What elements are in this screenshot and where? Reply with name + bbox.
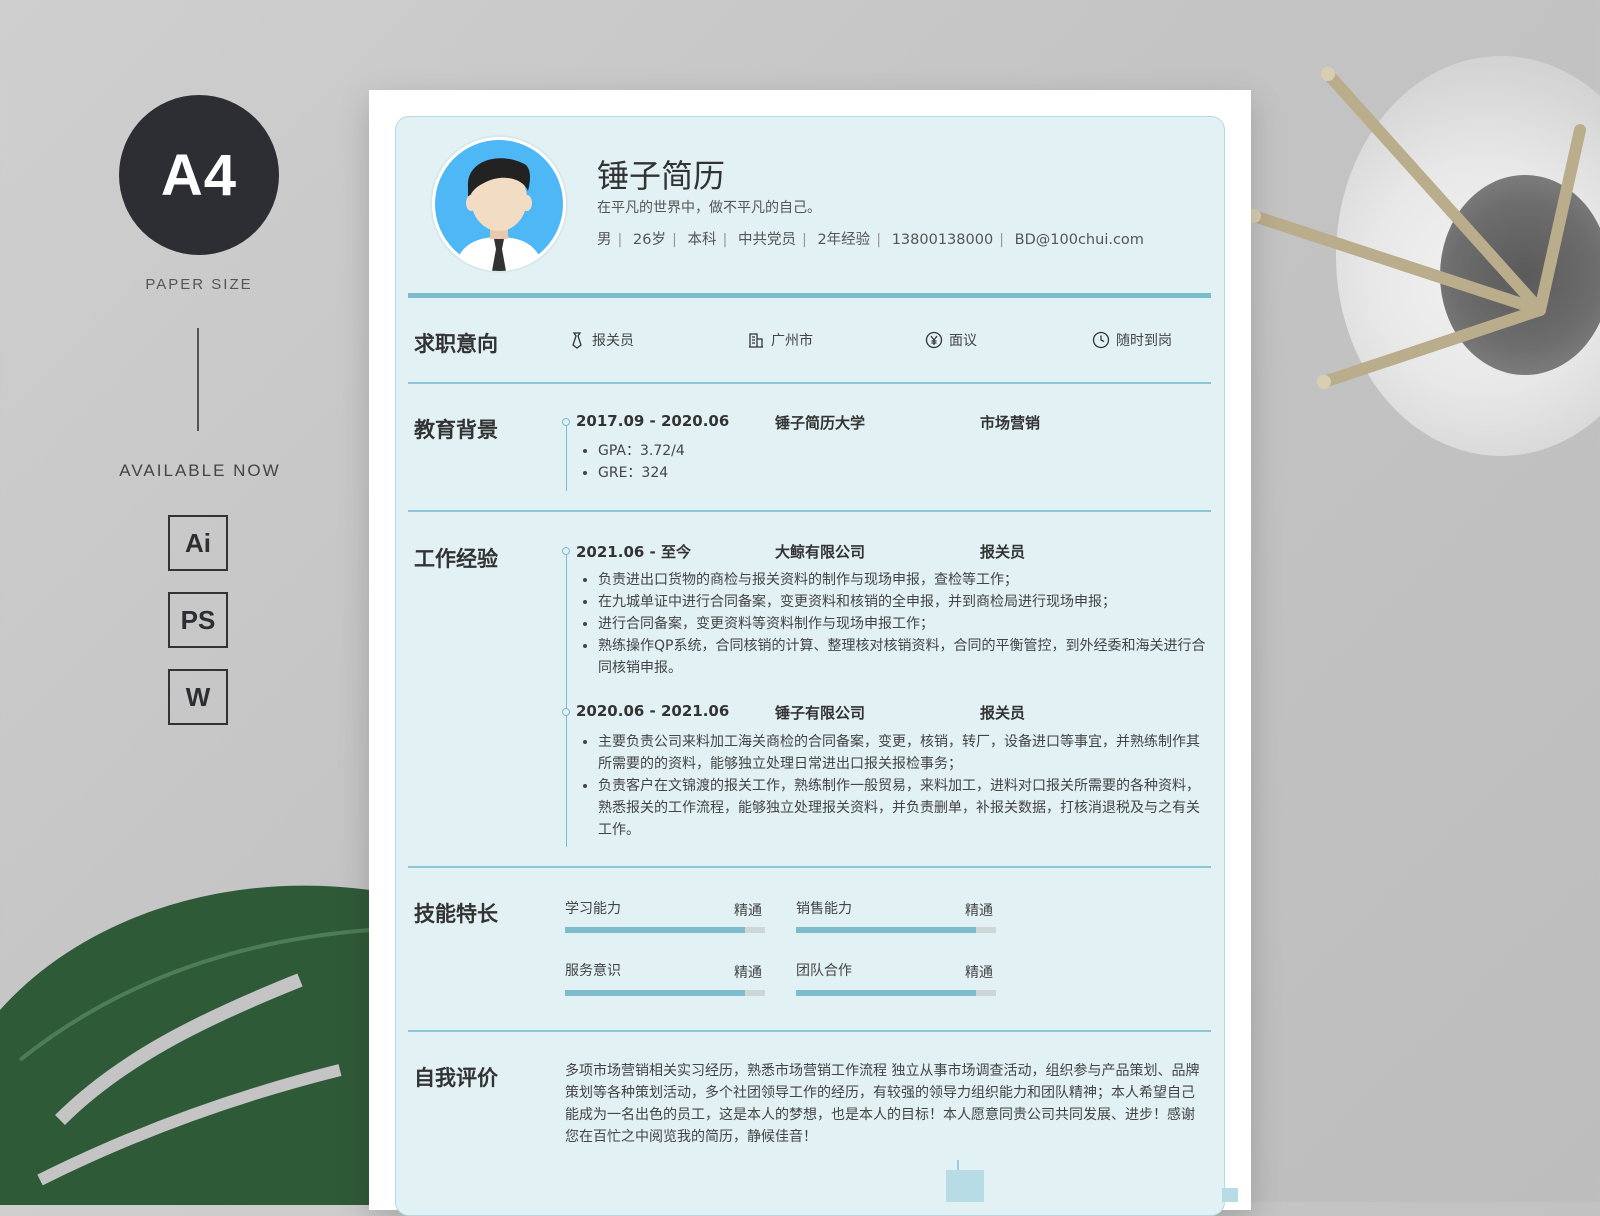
paper-size-badge: A4 (119, 95, 279, 255)
list-item: 负责进出口货物的商检与报关资料的制作与现场申报，查检等工作； (598, 569, 1208, 591)
section-title-work: 工作经验 (414, 547, 498, 571)
header-divider (408, 293, 1211, 298)
work-role: 报关员 (980, 704, 1026, 722)
skill-name: 团队合作 (796, 963, 852, 979)
resume-motto: 在平凡的世界中，做不平凡的自己。 (597, 200, 821, 216)
skill-level: 精通 (734, 903, 762, 919)
building-icon (749, 333, 763, 348)
work-date: 2020.06 - 2021.06 (576, 702, 730, 720)
self-evaluation-text: 多项市场营销相关实习经历，熟悉市场营销工作流程 独立从事市场调查活动，组织参与产… (565, 1063, 1200, 1145)
section-title-intent: 求职意向 (414, 332, 498, 356)
yen-icon (925, 331, 943, 349)
section-title-education: 教育背景 (414, 418, 498, 442)
intent-city-label: 广州市 (771, 333, 813, 349)
reed-sticks-decoration (1247, 67, 1586, 389)
avatar (432, 137, 566, 271)
format-ps-badge: PS (168, 592, 228, 648)
clock-icon (1092, 331, 1110, 349)
intent-position: 报关员 (568, 330, 634, 350)
section-divider (408, 382, 1211, 384)
list-item: 主要负责公司来料加工海关商检的合同备案，变更，核销，转厂，设备进口等事宜，并熟练… (598, 731, 1208, 775)
resume-name: 锤子简历 (597, 157, 726, 195)
timeline-dot (562, 547, 570, 555)
education-timeline (566, 421, 567, 491)
work-details: 主要负责公司来料加工海关商检的合同备案，变更，核销，转厂，设备进口等事宜，并熟练… (576, 731, 1208, 841)
intent-availability: 随时到岗 (1092, 330, 1172, 350)
section-divider (408, 510, 1211, 512)
intent-city: 广州市 (747, 330, 813, 350)
city-skyline-decoration (946, 1160, 1238, 1202)
education-date: 2017.09 - 2020.06 (576, 412, 730, 430)
info-phone: 13800138000 (891, 232, 994, 248)
skill-level: 精通 (965, 903, 993, 919)
intent-salary-label: 面议 (949, 333, 977, 349)
info-email: BD@100chui.com (1014, 232, 1144, 248)
work-details: 负责进出口货物的商检与报关资料的制作与现场申报，查检等工作； 在九城单证中进行合… (576, 569, 1208, 679)
tie-icon (572, 332, 582, 349)
available-now-caption: AVAILABLE NOW (119, 461, 281, 480)
info-party: 中共党员 (737, 232, 796, 248)
skill-bar (796, 990, 996, 996)
intent-salary: 面议 (925, 330, 977, 350)
work-timeline (566, 550, 567, 847)
skill-bar-fill (565, 927, 745, 933)
format-word-badge: W (168, 669, 228, 725)
info-degree: 本科 (687, 232, 717, 248)
list-item: 负责客户在文锦渡的报关工作，熟练制作一般贸易，来料加工，进料对口报关所需要的各种… (598, 775, 1208, 841)
skill-level: 精通 (965, 965, 993, 981)
education-major: 市场营销 (980, 414, 1041, 432)
paper-size-caption: PAPER SIZE (145, 276, 253, 293)
skill-level: 精通 (734, 965, 762, 981)
work-role: 报关员 (980, 543, 1026, 561)
list-item: GPA：3.72/4 (598, 440, 1198, 462)
work-company: 锤子有限公司 (775, 704, 866, 722)
intent-availability-label: 随时到岗 (1116, 333, 1172, 349)
info-gender: 男 (597, 232, 612, 248)
work-date: 2021.06 - 至今 (576, 543, 691, 561)
skill-bar-fill (796, 927, 976, 933)
personal-info-line: 男 | 26岁 | 本科 | 中共党员 | 2年经验 | 13800138000 | BD@… (597, 232, 1144, 248)
section-title-self: 自我评价 (414, 1066, 498, 1090)
skill-bar-fill (796, 990, 976, 996)
list-item: 在九城单证中进行合同备案，变更资料和核销的全申报，并到商检局进行现场申报； (598, 591, 1208, 613)
info-age: 26岁 (633, 232, 666, 248)
skill-bar (565, 990, 765, 996)
info-experience: 2年经验 (817, 232, 871, 248)
paper-size-value: A4 (160, 142, 238, 208)
skill-bar (796, 927, 996, 933)
section-title-skills: 技能特长 (414, 902, 498, 926)
education-school: 锤子简历大学 (775, 414, 866, 432)
work-company: 大鲸有限公司 (775, 543, 866, 561)
timeline-dot (562, 418, 570, 426)
list-item: 熟练操作QP系统，合同核销的计算、整理核对核销资料，合同的平衡管控，到外经委和海… (598, 635, 1208, 679)
format-ai-badge: Ai (168, 515, 228, 571)
skill-bar-fill (565, 990, 745, 996)
divider (197, 328, 199, 431)
list-item: GRE：324 (598, 462, 1198, 484)
intent-position-label: 报关员 (592, 333, 634, 349)
monstera-leaf-decoration (0, 885, 371, 1205)
education-details: GPA：3.72/4 GRE：324 (576, 440, 1198, 484)
section-divider (408, 1030, 1211, 1032)
skill-name: 服务意识 (565, 963, 621, 979)
list-item: 进行合同备案，变更资料等资料制作与现场申报工作； (598, 613, 1208, 635)
skill-name: 销售能力 (796, 901, 852, 917)
timeline-dot (562, 708, 570, 716)
section-divider (408, 866, 1211, 868)
skill-name: 学习能力 (565, 901, 621, 917)
skill-bar (565, 927, 765, 933)
